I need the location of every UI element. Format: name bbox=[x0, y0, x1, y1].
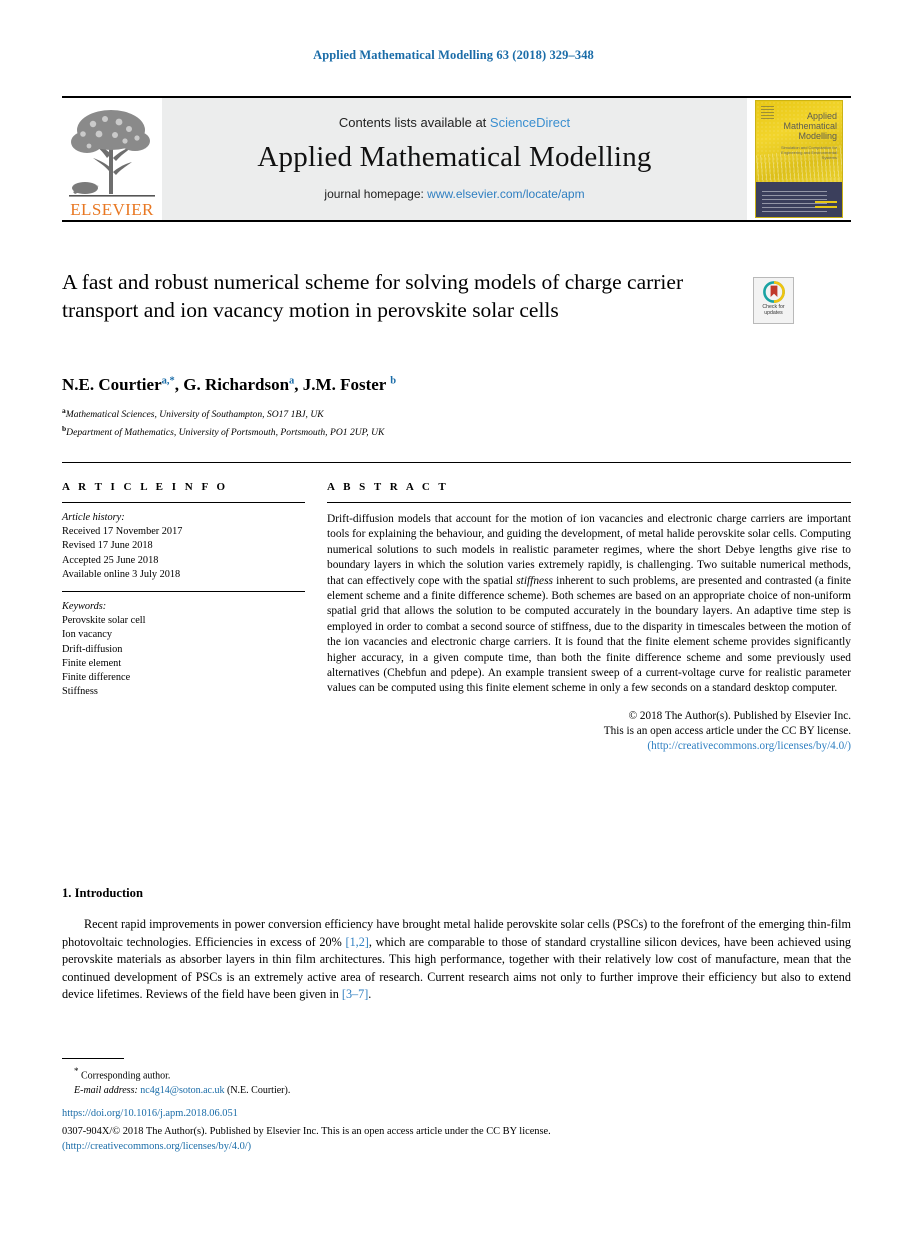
email-link[interactable]: nc4g14@soton.ac.uk bbox=[140, 1085, 224, 1096]
affiliation-a: aMathematical Sciences, University of So… bbox=[62, 406, 324, 421]
intro-text-c: . bbox=[368, 987, 372, 1002]
citation-link-1[interactable]: [1,2] bbox=[346, 935, 369, 949]
author-names: N.E. Courtiera,*, G. Richardsona, J.M. F… bbox=[62, 375, 397, 394]
issn-license-link[interactable]: (http://creativecommons.org/licenses/by/… bbox=[62, 1141, 251, 1152]
keyword-item: Ion vacancy bbox=[62, 629, 113, 641]
license-line: This is an open access article under the… bbox=[603, 724, 851, 737]
introduction-paragraph: Recent rapid improvements in power conve… bbox=[62, 916, 851, 1004]
running-head: Applied Mathematical Modelling 63 (2018)… bbox=[313, 48, 594, 62]
journal-title: Applied Mathematical Modelling bbox=[257, 141, 652, 174]
article-info-column: A R T I C L E I N F O Article history: R… bbox=[62, 481, 305, 699]
article-history: Article history: Received 17 November 20… bbox=[62, 511, 305, 582]
homepage-link[interactable]: www.elsevier.com/locate/apm bbox=[427, 187, 584, 201]
info-rule bbox=[62, 462, 851, 463]
license-link[interactable]: (http://creativecommons.org/licenses/by/… bbox=[327, 739, 851, 754]
issn-text: 0307-904X/© 2018 The Author(s). Publishe… bbox=[62, 1126, 551, 1137]
abstract-heading: A B S T R A C T bbox=[327, 481, 449, 493]
doi-link[interactable]: https://doi.org/10.1016/j.apm.2018.06.05… bbox=[62, 1108, 238, 1119]
paper-page: Applied Mathematical Modelling 63 (2018)… bbox=[0, 0, 907, 1238]
affiliation-b: bDepartment of Mathematics, University o… bbox=[62, 423, 385, 438]
title-block: A fast and robust numerical scheme for s… bbox=[62, 268, 742, 324]
journal-cover-thumbnail: Applied Mathematical Modelling Simulatio… bbox=[747, 98, 851, 220]
contents-prefix: Contents lists available at bbox=[338, 115, 490, 131]
history-item: Revised 17 June 2018 bbox=[62, 540, 153, 552]
email-note: E-mail address: nc4g14@soton.ac.uk (N.E.… bbox=[74, 1084, 291, 1096]
elsevier-logo: ELSEVIER bbox=[62, 98, 162, 220]
crossmark-badge[interactable]: Check for updates bbox=[753, 277, 794, 324]
author-list: N.E. Courtiera,*, G. Richardsona, J.M. F… bbox=[62, 375, 762, 395]
footnote-block: * Corresponding author. E-mail address: … bbox=[74, 1064, 634, 1098]
copyright-block: © 2018 The Author(s). Published by Elsev… bbox=[327, 709, 851, 754]
cover-title: Applied Mathematical Modelling bbox=[783, 111, 837, 141]
abstract-italic-term: stiffness bbox=[516, 574, 553, 587]
citation-link-2[interactable]: [3–7] bbox=[342, 987, 368, 1001]
keyword-item: Stiffness bbox=[62, 686, 98, 698]
abstract-part2: inherent to such problems, are presented… bbox=[327, 574, 852, 695]
homepage-line: journal homepage: www.elsevier.com/locat… bbox=[324, 187, 584, 201]
keywords-label: Keywords: bbox=[62, 601, 107, 613]
crossmark-icon bbox=[762, 281, 785, 303]
crossmark-label: Check for updates bbox=[762, 304, 785, 316]
abstract-column: A B S T R A C T Drift-diffusion models t… bbox=[327, 481, 851, 754]
history-item: Accepted 25 June 2018 bbox=[62, 554, 159, 566]
elsevier-tree-icon bbox=[69, 110, 155, 197]
keyword-item: Finite element bbox=[62, 657, 122, 669]
sciencedirect-link[interactable]: ScienceDirect bbox=[490, 115, 570, 130]
history-label: Article history: bbox=[62, 512, 125, 523]
journal-masthead: ELSEVIER Contents lists available at Sci… bbox=[62, 96, 851, 222]
keyword-item: Perovskite solar cell bbox=[62, 615, 146, 627]
elsevier-wordmark: ELSEVIER bbox=[70, 200, 154, 219]
keyword-item: Drift-diffusion bbox=[62, 643, 123, 655]
abstract-text: Drift-diffusion models that account for … bbox=[327, 512, 851, 697]
issn-copyright-line: 0307-904X/© 2018 The Author(s). Publishe… bbox=[62, 1124, 851, 1154]
corresponding-author-note: * Corresponding author. bbox=[74, 1066, 171, 1082]
contents-line: Contents lists available at ScienceDirec… bbox=[339, 115, 570, 130]
footnote-rule bbox=[62, 1058, 124, 1059]
homepage-prefix: journal homepage: bbox=[324, 186, 428, 201]
keywords: Keywords: Perovskite solar cell Ion vaca… bbox=[62, 600, 305, 699]
journal-band: Contents lists available at ScienceDirec… bbox=[162, 98, 747, 220]
section-heading-introduction: 1. Introduction bbox=[62, 886, 143, 900]
history-item: Available online 3 July 2018 bbox=[62, 568, 181, 580]
copyright-line: © 2018 The Author(s). Published by Elsev… bbox=[628, 709, 851, 722]
keyword-item: Finite difference bbox=[62, 672, 131, 684]
cover-subtitle: Simulation and Computation for Engineeri… bbox=[780, 145, 837, 160]
cover-elsevier-mark bbox=[761, 106, 774, 121]
history-item: Received 17 November 2017 bbox=[62, 526, 183, 538]
affiliations: aMathematical Sciences, University of So… bbox=[62, 404, 762, 439]
page-title: A fast and robust numerical scheme for s… bbox=[62, 270, 684, 322]
article-info-heading: A R T I C L E I N F O bbox=[62, 481, 229, 493]
